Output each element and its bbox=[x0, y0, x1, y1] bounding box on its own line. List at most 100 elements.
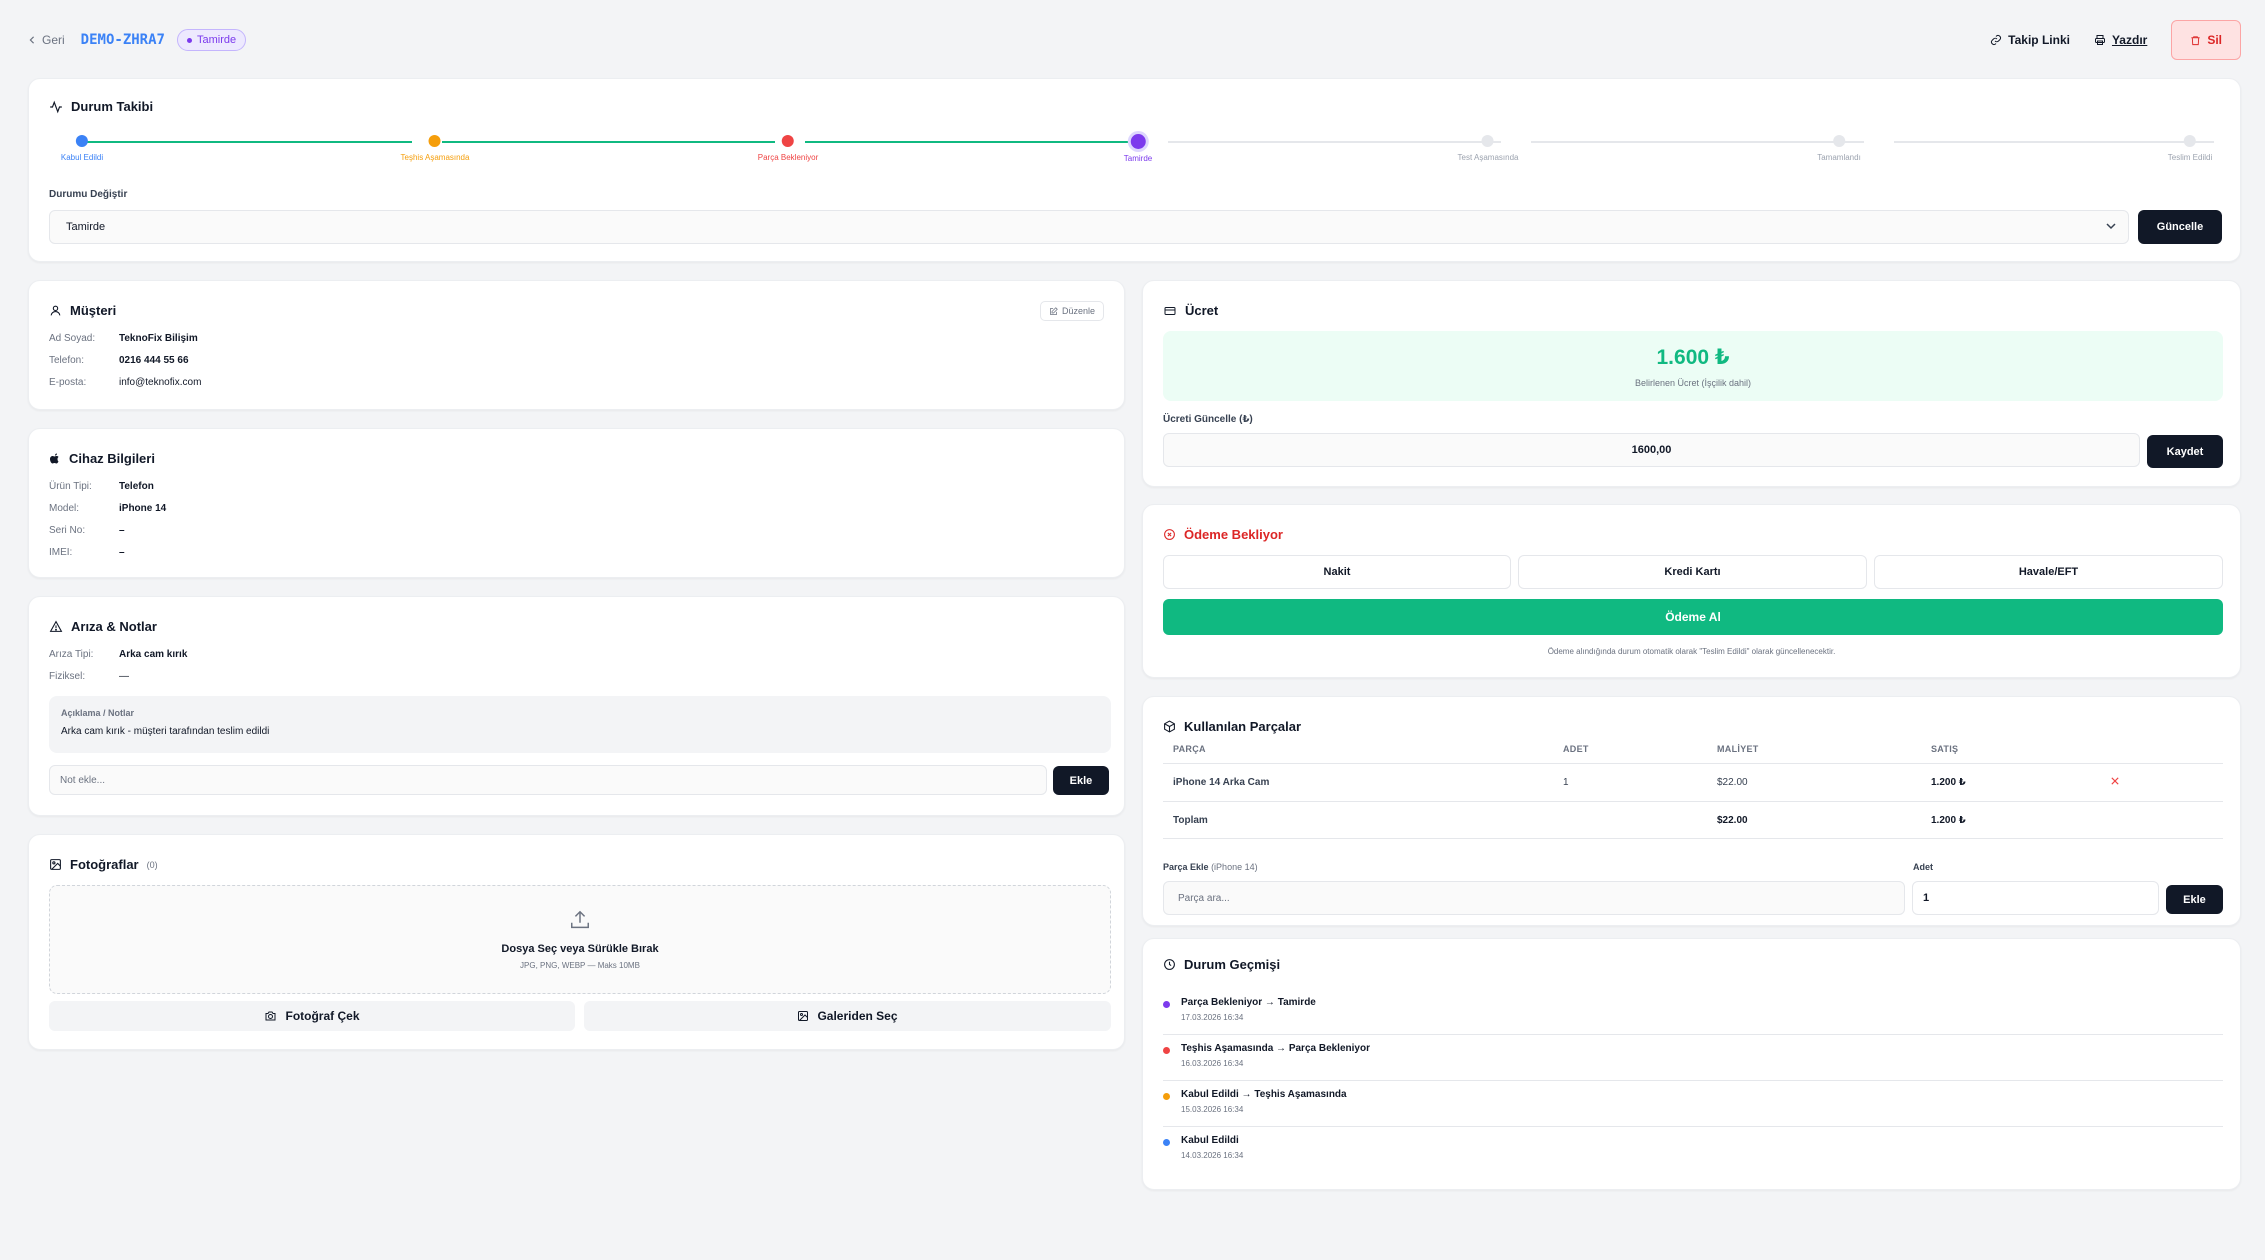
delete-label: Sil bbox=[2207, 33, 2222, 47]
edit-icon bbox=[1050, 306, 1058, 315]
history-title-text: Durum Geçmişi bbox=[1184, 957, 1281, 972]
field-key: Model: bbox=[49, 503, 80, 514]
history-title: Durum Geçmişi bbox=[1163, 957, 1280, 972]
stepper-line-5 bbox=[1531, 141, 1864, 143]
device-field-model: Model: iPhone 14 bbox=[49, 503, 166, 514]
print-button[interactable]: Yazdır bbox=[2094, 33, 2147, 47]
field-value: iPhone 14 bbox=[119, 503, 167, 514]
col-header-part: PARÇA bbox=[1173, 743, 1206, 754]
payment-title: Ödeme Bekliyor bbox=[1163, 527, 1283, 542]
part-qty-input[interactable]: 1 bbox=[1912, 881, 2159, 915]
step-dot bbox=[1481, 135, 1494, 147]
field-key: Telefon: bbox=[49, 355, 85, 366]
fault-title: Arıza & Notlar bbox=[49, 619, 157, 634]
field-key: IMEI: bbox=[49, 547, 73, 558]
history-dot bbox=[1163, 1093, 1170, 1100]
fault-field-physical: Fiziksel: — bbox=[49, 671, 129, 682]
photo-dropzone[interactable]: Dosya Seç veya Sürükle Bırak JPG, PNG, W… bbox=[49, 885, 1111, 994]
upload-icon bbox=[571, 910, 589, 929]
fee-update-label: Ücreti Güncelle (₺) bbox=[1163, 414, 1253, 425]
step-label: Kabul Edildi bbox=[60, 153, 104, 162]
back-link[interactable]: Geri bbox=[28, 33, 65, 47]
delete-button[interactable]: Sil bbox=[2171, 20, 2241, 60]
take-photo-button[interactable]: Fotoğraf Çek bbox=[49, 1001, 575, 1031]
fault-title-text: Arıza & Notlar bbox=[71, 619, 157, 634]
device-card: Cihaz Bilgileri Ürün Tipi: Telefon Model:… bbox=[28, 428, 1125, 578]
pay-method-card[interactable]: Kredi Kartı bbox=[1518, 555, 1867, 589]
gallery-button[interactable]: Galeriden Seç bbox=[584, 1001, 1111, 1031]
field-key: Fiziksel: bbox=[49, 671, 86, 682]
history-dot bbox=[1163, 1139, 1170, 1146]
pay-method-transfer[interactable]: Havale/EFT bbox=[1874, 555, 2223, 589]
note-input[interactable]: Not ekle... bbox=[49, 765, 1047, 795]
fee-input[interactable]: 1600,00 bbox=[1163, 433, 2140, 467]
field-value: Telefon bbox=[119, 481, 154, 492]
add-note-button[interactable]: Ekle bbox=[1053, 766, 1109, 795]
step-tamamlandi[interactable]: Tamamlandı bbox=[1817, 135, 1861, 162]
fee-summary: 1.600 ₺ Belirlenen Ücret (İşçilik dahil) bbox=[1163, 331, 2223, 401]
step-dot bbox=[76, 135, 88, 147]
edit-customer-button[interactable]: Düzenle bbox=[1039, 301, 1104, 321]
trash-icon bbox=[2191, 35, 2200, 45]
image-icon bbox=[50, 859, 61, 870]
col-header-qty: ADET bbox=[1563, 743, 1589, 754]
step-teslim-edildi[interactable]: Teslim Edildi bbox=[2168, 135, 2212, 162]
step-parca-bekleniyor[interactable]: Parça Bekleniyor bbox=[758, 135, 818, 162]
total-cost: $22.00 bbox=[1717, 814, 1748, 826]
step-kabul-edildi[interactable]: Kabul Edildi bbox=[61, 135, 103, 162]
fee-amount-subtitle: Belirlenen Ücret (İşçilik dahil) bbox=[1634, 377, 1752, 388]
step-label: Teslim Edildi bbox=[2167, 153, 2213, 162]
parts-table: PARÇA ADET MALİYET SATIŞ iPhone 14 Arka … bbox=[1163, 734, 2223, 839]
parts-title: Kullanılan Parçalar bbox=[1163, 719, 1301, 734]
customer-title-text: Müşteri bbox=[70, 303, 117, 318]
field-key: Ürün Tipi: bbox=[49, 481, 92, 492]
stepper-line-3 bbox=[805, 141, 1138, 143]
add-part-label: Parça Ekle (iPhone 14) bbox=[1163, 862, 1258, 872]
field-key: Seri No: bbox=[49, 525, 86, 536]
notes-text: Arka cam kırık - müşteri tarafından tesl… bbox=[61, 726, 270, 737]
fee-card: Ücret 1.600 ₺ Belirlenen Ücret (İşçilik … bbox=[1142, 280, 2241, 487]
history-date: 15.03.2026 16:34 bbox=[1181, 1105, 1244, 1114]
field-value: 0216 444 55 66 bbox=[119, 355, 189, 366]
step-tamirde[interactable]: Tamirde bbox=[1124, 134, 1152, 163]
chevron-down-icon bbox=[2106, 223, 2116, 230]
step-label: Tamirde bbox=[1123, 154, 1153, 163]
package-icon bbox=[1164, 720, 1175, 733]
update-status-button[interactable]: Güncelle bbox=[2138, 210, 2222, 244]
field-value: info@teknofix.com bbox=[119, 377, 202, 388]
tracking-link-button[interactable]: Takip Linki bbox=[1990, 33, 2070, 47]
part-qty-value: 1 bbox=[1923, 892, 1930, 904]
save-fee-button[interactable]: Kaydet bbox=[2147, 435, 2223, 468]
list-item: Kabul Edildi 14.03.2026 16:34 bbox=[1163, 1127, 2223, 1173]
remove-part-button[interactable] bbox=[2111, 777, 2211, 788]
field-value: TeknoFix Bilişim bbox=[119, 333, 198, 344]
dropzone-title: Dosya Seç veya Sürükle Bırak bbox=[501, 943, 659, 955]
take-payment-button[interactable]: Ödeme Al bbox=[1163, 599, 2223, 635]
stepper-line-2 bbox=[442, 141, 775, 143]
close-icon bbox=[2111, 777, 2119, 785]
photos-card: Fotoğraflar (0) Dosya Seç veya Sürükle B… bbox=[28, 834, 1125, 1050]
history-text: Kabul Edildi bbox=[1181, 1135, 1239, 1146]
field-value: – bbox=[119, 547, 125, 558]
part-search-input[interactable]: Parça ara... bbox=[1163, 881, 1905, 915]
user-icon bbox=[50, 305, 61, 316]
photos-count: (0) bbox=[146, 859, 158, 870]
apple-icon bbox=[50, 453, 59, 464]
status-tracking-title-text: Durum Takibi bbox=[71, 99, 154, 114]
fee-title-text: Ücret bbox=[1185, 303, 1219, 318]
pay-method-cash[interactable]: Nakit bbox=[1163, 555, 1511, 589]
history-date: 17.03.2026 16:34 bbox=[1181, 1013, 1244, 1022]
add-part-button[interactable]: Ekle bbox=[2166, 885, 2223, 914]
step-test[interactable]: Test Aşamasında bbox=[1458, 135, 1518, 162]
activity-icon bbox=[50, 100, 62, 113]
status-select[interactable]: Tamirde bbox=[49, 210, 2129, 244]
col-header-cost: MALİYET bbox=[1717, 743, 1759, 754]
step-teshis[interactable]: Teşhis Aşamasında bbox=[401, 135, 469, 162]
fee-title: Ücret bbox=[1163, 303, 1218, 318]
step-label: Tamamlandı bbox=[1817, 153, 1861, 162]
add-part-model: (iPhone 14) bbox=[1211, 862, 1258, 872]
photos-title: Fotoğraflar (0) bbox=[49, 857, 158, 872]
payment-card: Ödeme Bekliyor Nakit Kredi Kartı Havale/… bbox=[1142, 504, 2241, 678]
top-bar: Geri DEMO-ZHRA7 Tamirde Takip Linki Yazd… bbox=[28, 20, 2241, 60]
step-dot bbox=[781, 135, 794, 147]
